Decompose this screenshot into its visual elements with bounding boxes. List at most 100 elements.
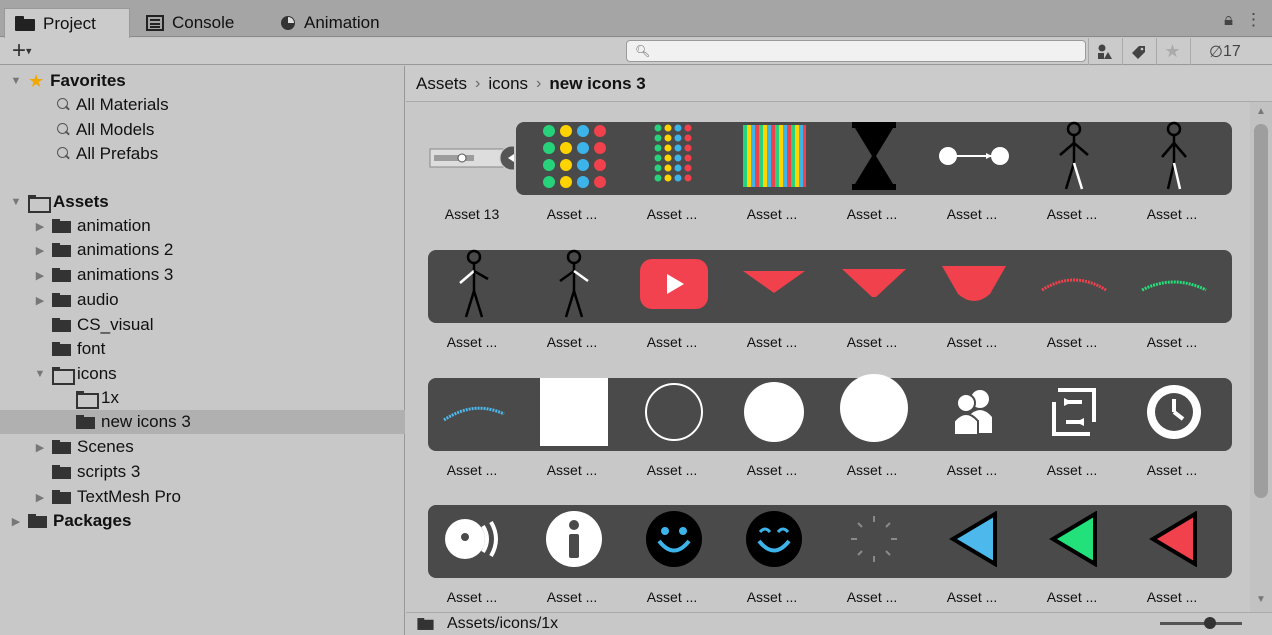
asset-tile[interactable]: Asset ... [1024, 242, 1120, 358]
red-wedge-icon [842, 269, 906, 297]
asset-tile[interactable]: Asset ... [624, 497, 720, 613]
tree-favorite-all-models[interactable]: All Models [0, 118, 405, 142]
asset-tile[interactable]: Asset ... [624, 370, 720, 486]
tree-assets[interactable]: ▼ Assets [0, 190, 405, 214]
asset-tile[interactable]: Asset ... [424, 497, 520, 613]
breadcrumb-icons[interactable]: icons [488, 74, 528, 94]
filter-by-label-button[interactable] [1122, 38, 1154, 65]
asset-tile[interactable]: Asset ... [724, 114, 820, 230]
tree-folder-font[interactable]: font [0, 337, 405, 361]
scroll-up-arrow-icon[interactable]: ▲ [1255, 106, 1267, 118]
expand-arrow-icon[interactable]: ▼ [10, 196, 22, 208]
asset-tile[interactable]: Asset ... [1124, 114, 1220, 230]
scroll-down-arrow-icon[interactable]: ▼ [1255, 594, 1267, 606]
asset-tile[interactable]: Asset ... [924, 370, 1020, 486]
tree-folder-cs-visual[interactable]: CS_visual [0, 313, 405, 337]
asset-thumbnail [1038, 248, 1110, 320]
asset-label: Asset ... [746, 462, 798, 478]
asset-tile[interactable]: Asset ... [524, 114, 620, 230]
expand-arrow-icon[interactable]: ▼ [10, 75, 22, 87]
breadcrumb-new-icons-3[interactable]: new icons 3 [549, 74, 645, 94]
tab-console-label: Console [172, 13, 235, 32]
asset-label: Asset ... [646, 462, 698, 478]
kebab-menu-icon[interactable]: ⋮ [1245, 10, 1262, 30]
asset-tile[interactable]: Asset ... [924, 497, 1020, 613]
collapse-arrow-icon[interactable]: ▶ [34, 269, 46, 282]
animation-clock-icon [281, 16, 295, 30]
tree-favorite-all-prefabs[interactable]: All Prefabs [0, 142, 405, 166]
tree-favorite-all-materials[interactable]: All Materials [0, 93, 405, 117]
tree-folder-icons[interactable]: ▼ icons [0, 362, 405, 386]
asset-tile[interactable]: Asset ... [824, 114, 920, 230]
lock-icon[interactable]: 🔒︎ [1224, 10, 1233, 30]
asset-tile[interactable]: Asset 13 [424, 114, 520, 230]
collapse-arrow-icon[interactable]: ▶ [10, 515, 22, 528]
asset-label: Asset ... [1046, 589, 1098, 605]
asset-tile[interactable]: Asset ... [1024, 497, 1120, 613]
red-triangle-down-icon [743, 271, 805, 293]
asset-tile[interactable]: Asset ... [524, 370, 620, 486]
asset-thumbnail [838, 372, 910, 444]
asset-tile[interactable]: Asset ... [1124, 497, 1220, 613]
tree-folder-textmesh-pro[interactable]: ▶ TextMesh Pro [0, 485, 405, 509]
asset-tile[interactable]: Asset ... [1124, 370, 1220, 486]
filter-by-type-button[interactable] [1088, 38, 1120, 65]
folder-icon [52, 243, 71, 257]
tab-animation[interactable]: Animation [270, 9, 390, 37]
asset-tile[interactable]: Asset ... [524, 497, 620, 613]
collapse-arrow-icon[interactable]: ▶ [34, 220, 46, 233]
icon-size-slider[interactable] [1160, 617, 1242, 629]
hidden-packages-button[interactable]: ∅ 17 [1190, 38, 1272, 65]
tree-folder-animation[interactable]: ▶ animation [0, 214, 405, 238]
asset-tile[interactable]: Asset ... [424, 370, 520, 486]
tree-folder-animations-3[interactable]: ▶ animations 3 [0, 263, 405, 287]
stick-figure-icon [559, 249, 589, 318]
asset-tile[interactable]: Asset ... [624, 242, 720, 358]
collapse-arrow-icon[interactable]: ▶ [34, 441, 46, 454]
asset-tile[interactable]: Asset ... [624, 114, 720, 230]
asset-tile[interactable]: Asset ... [824, 497, 920, 613]
asset-label: Asset ... [446, 462, 498, 478]
clock-icon [1147, 385, 1201, 439]
tree-folder-scenes[interactable]: ▶ Scenes [0, 435, 405, 459]
asset-tile[interactable]: Asset ... [724, 497, 820, 613]
asset-tile[interactable]: Asset ... [924, 242, 1020, 358]
asset-tile[interactable]: Asset ... [424, 242, 520, 358]
scrollbar-thumb[interactable] [1254, 124, 1268, 498]
asset-tile[interactable]: Asset ... [724, 242, 820, 358]
folder-open-icon [52, 367, 75, 385]
asset-tile[interactable]: Asset ... [1124, 242, 1220, 358]
asset-tile[interactable]: Asset ... [724, 370, 820, 486]
tab-console[interactable]: Console [136, 9, 244, 37]
vertical-scrollbar[interactable]: ▲ ▼ [1250, 102, 1272, 612]
asset-tile[interactable]: Asset ... [524, 242, 620, 358]
search-input[interactable]: 🔍︎ [626, 40, 1086, 62]
asset-label: Asset ... [746, 206, 798, 222]
breadcrumb-assets[interactable]: Assets [416, 74, 467, 94]
asset-tile[interactable]: Asset ... [924, 114, 1020, 230]
tab-project[interactable]: Project [4, 8, 130, 38]
collapse-arrow-icon[interactable]: ▶ [34, 244, 46, 257]
asset-tile[interactable]: Asset ... [824, 370, 920, 486]
tree-folder-animations-2[interactable]: ▶ animations 2 [0, 238, 405, 262]
folder-label: animations 3 [77, 265, 174, 284]
collapse-arrow-icon[interactable]: ▶ [34, 491, 46, 504]
tree-folder-new-icons-3[interactable]: new icons 3 [0, 410, 405, 434]
expand-arrow-icon[interactable]: ▼ [34, 368, 46, 380]
tree-packages[interactable]: ▶ Packages [0, 509, 405, 533]
tree-favorites[interactable]: ▼ ★ Favorites [0, 69, 405, 93]
asset-tile[interactable]: Asset ... [1024, 114, 1120, 230]
info-icon [546, 511, 602, 567]
folder-icon [52, 465, 71, 479]
collapse-arrow-icon[interactable]: ▶ [34, 294, 46, 307]
favorites-star-button[interactable]: ★ [1156, 38, 1188, 65]
add-asset-button[interactable]: +▾ [12, 38, 32, 65]
blue-triangle-left-icon [949, 511, 997, 567]
asset-tile[interactable]: Asset ... [1024, 370, 1120, 486]
slider-handle[interactable] [1204, 617, 1216, 629]
tree-folder-scripts-3[interactable]: scripts 3 [0, 460, 405, 484]
tree-folder-1x[interactable]: 1x [0, 386, 405, 410]
asset-tile[interactable]: Asset ... [824, 242, 920, 358]
tree-folder-audio[interactable]: ▶ audio [0, 288, 405, 312]
folder-label: 1x [101, 388, 119, 407]
